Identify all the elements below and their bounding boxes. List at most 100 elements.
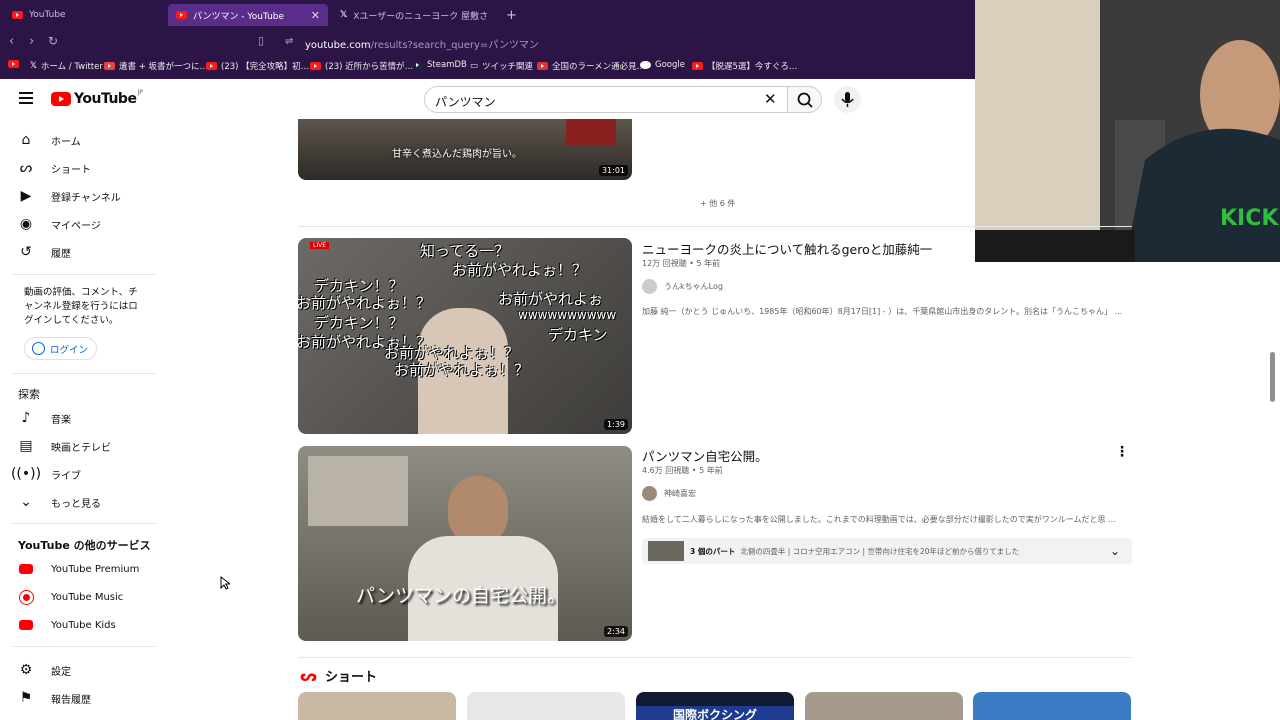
browser-tab[interactable]: YouTube — [4, 4, 168, 26]
url-host: youtube.com — [305, 40, 371, 51]
streamer-figure: KICK — [975, 0, 1280, 262]
sidebar-item-movies[interactable]: ▤ 映画とテレビ — [18, 434, 111, 458]
you-icon: ◉ — [19, 216, 33, 232]
search-button[interactable] — [787, 86, 822, 113]
gear-icon: ⚙ — [19, 662, 33, 678]
bookmark-item[interactable] — [8, 60, 23, 68]
sidebar-item-subscriptions[interactable]: ▶ 登録チャンネル — [18, 184, 121, 208]
more-services-heading: YouTube の他のサービス — [18, 539, 151, 552]
video-title[interactable]: パンツマン自宅公開。 — [642, 446, 768, 465]
home-icon: ⌂ — [21, 132, 31, 148]
bookmark-icon[interactable]: ▯ — [258, 34, 264, 47]
bookmark-item[interactable]: 遺書 + 坂書が一つに… — [104, 60, 208, 72]
divider — [12, 523, 156, 524]
sidebar-item-home[interactable]: ⌂ ホーム — [18, 128, 81, 152]
logo-text: YouTube — [74, 91, 137, 107]
chevron-down-icon[interactable]: ⌄ — [1110, 544, 1120, 558]
menu-icon[interactable] — [19, 92, 33, 104]
more-actions-icon[interactable]: ⋮ — [1115, 444, 1129, 460]
short-thumbnail[interactable] — [467, 692, 625, 720]
sidebar-item-show-more[interactable]: ⌄ もっと見る — [18, 490, 101, 514]
sidebar-item-music[interactable]: ♪ 音楽 — [18, 406, 71, 430]
search-value: パンツマン — [435, 95, 496, 109]
address-bar[interactable]: youtube.com/results?search_query=パンツマン — [305, 36, 539, 51]
bookmark-item[interactable]: 𝕏 ホーム / Twitter — [30, 60, 103, 72]
close-tab-icon[interactable]: ✕ — [311, 9, 320, 22]
tab-title: YouTube — [29, 10, 66, 20]
channel-link[interactable]: うんkちゃんLog — [642, 279, 723, 294]
thumbnail-kitchen — [308, 456, 408, 526]
channel-link[interactable]: 神崎喜宏 — [642, 486, 696, 501]
video-duration: 31:01 — [598, 165, 628, 176]
scrollbar-thumb[interactable] — [1270, 352, 1275, 402]
video-thumbnail[interactable]: パンツマンの自宅公開。 2:34 — [298, 446, 632, 641]
bookmark-item[interactable]: SteamDB — [412, 60, 467, 70]
thumbnail-caption: 甘辛く煮込んだ鶏肉が旨い。 — [392, 149, 522, 160]
youtube-kids-icon — [18, 617, 34, 633]
sidebar-item-you[interactable]: ◉ マイページ — [18, 212, 101, 236]
site-info-icon[interactable]: ⇌ — [285, 36, 293, 47]
avatar — [642, 279, 657, 294]
live-badge: LIVE — [310, 242, 330, 249]
sidebar-item-history[interactable]: ↺ 履歴 — [18, 240, 71, 264]
bookmark-item[interactable]: Google — [640, 60, 685, 70]
short-thumbnail[interactable] — [805, 692, 963, 720]
short-thumbnail[interactable] — [973, 692, 1131, 720]
video-thumbnail[interactable]: 甘辛く煮込んだ鶏肉が旨い。 31:01 — [298, 119, 632, 180]
youtube-logo[interactable]: YouTube JP — [51, 88, 143, 107]
shorts-icon: ᔕ — [19, 160, 33, 176]
divider — [12, 373, 156, 374]
video-thumbnail[interactable]: LIVE 知ってる一？ お前がやれよぉ！？ デカキン！？ お前がやれよぉ！？ お… — [298, 238, 632, 434]
explore-heading: 探索 — [18, 388, 40, 401]
shorts-section-heading: ᔕ ショート — [300, 666, 378, 686]
bookmark-item[interactable]: (23) 【完全攻略】初… — [206, 60, 309, 72]
live-icon: ((•)) — [10, 466, 42, 482]
bookmark-item[interactable]: 【脱遅5選】今すぐろ… — [692, 60, 797, 72]
logo-region: JP — [137, 88, 143, 96]
sidebar-item-premium[interactable]: YouTube Premium — [18, 557, 139, 581]
short-thumbnail[interactable]: 国際ボクシング — [636, 692, 794, 720]
sidebar-item-settings[interactable]: ⚙ 設定 — [18, 658, 71, 682]
search-input[interactable]: パンツマン — [424, 86, 788, 113]
sidebar-item-music-app[interactable]: YouTube Music — [18, 585, 123, 609]
thumbnail-caption: パンツマンの自宅公開。 — [356, 585, 566, 607]
svg-text:KICK: KICK — [1220, 206, 1279, 231]
sidebar-item-kids[interactable]: YouTube Kids — [18, 613, 116, 637]
signin-button[interactable]: ログイン — [24, 337, 97, 360]
divider — [298, 657, 1132, 658]
shorts-icon: ᔕ — [300, 666, 318, 685]
browser-chrome: YouTube パンツマン - YouTube ✕ 𝕏 Xユーザーのニューヨーク… — [0, 0, 975, 79]
video-meta: 12万 回視聴 • 5 年前 — [642, 259, 721, 268]
sidebar-item-shorts[interactable]: ᔕ ショート — [18, 156, 91, 180]
divider — [12, 274, 156, 275]
search-icon — [797, 92, 813, 108]
tab-title: Xユーザーのニューヨーク 屋敷さん: 「パンツ… — [353, 11, 488, 22]
bookmark-item[interactable]: ▭ ツイッチ関連 — [470, 60, 533, 72]
forward-icon[interactable]: › — [29, 34, 34, 49]
video-duration: 1:39 — [604, 419, 628, 430]
subscriptions-icon: ▶ — [20, 188, 32, 204]
bookmark-item[interactable]: (23) 近所から苦情が… — [310, 60, 413, 72]
signin-prompt: 動画の評価、コメント、チャンネル登録を行うにはログインしてください。 — [24, 287, 138, 326]
video-meta: 4.6万 回視聴 • 5 年前 — [642, 466, 723, 475]
voice-search-button[interactable] — [834, 86, 861, 113]
video-description: 加藤 純一（かとう じゅんいち、1985年（昭和60年）8月17日[1] - ）… — [642, 307, 1123, 316]
browser-tab[interactable]: 𝕏 Xユーザーのニューヨーク 屋敷さん: 「パンツ… — [332, 4, 496, 26]
new-tab-button[interactable]: + — [498, 4, 525, 26]
reload-icon[interactable]: ↻ — [48, 34, 58, 48]
clear-search-icon[interactable]: ✕ — [764, 90, 777, 108]
sidebar-item-report-history[interactable]: ⚑ 報告履歴 — [18, 686, 91, 710]
video-title[interactable]: ニューヨークの炎上について触れるgeroと加藤純一 — [642, 239, 932, 258]
tab-title: パンツマン - YouTube — [193, 11, 285, 22]
short-thumbnail[interactable] — [298, 692, 456, 720]
chapters-bar[interactable]: 3 個のパート 北側の四畳半 | コロナ空用エアコン | 世帯向け住宅を20年ほ… — [642, 538, 1132, 564]
sidebar-item-live[interactable]: ((•)) ライブ — [10, 462, 81, 486]
bookmark-item[interactable]: 全国のラーメン通必見… — [537, 60, 645, 72]
browser-tab-active[interactable]: パンツマン - YouTube ✕ — [168, 4, 328, 26]
show-more-results[interactable]: + 他 6 件 — [700, 198, 735, 209]
youtube-logo-icon — [51, 92, 71, 106]
avatar — [642, 486, 657, 501]
flag-icon: ⚑ — [19, 690, 33, 706]
youtube-premium-icon — [18, 561, 34, 577]
back-icon[interactable]: ‹ — [9, 34, 14, 49]
